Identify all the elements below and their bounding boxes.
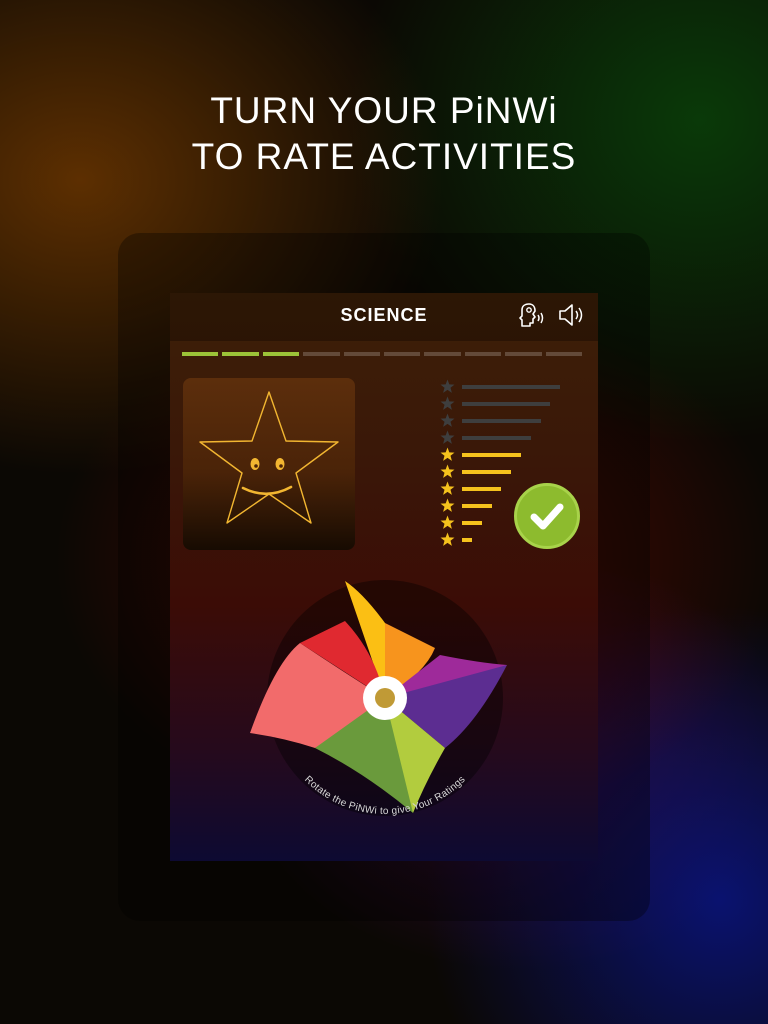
star-icon: [440, 481, 455, 495]
star-icon: [440, 430, 455, 444]
rating-bar: [462, 402, 551, 406]
rating-bar: [462, 436, 531, 440]
rating-level-5[interactable]: [440, 464, 590, 481]
rating-bar: [462, 419, 541, 423]
headline-line-1: TURN YOUR PiNWi: [210, 90, 558, 131]
headline-line-2: TO RATE ACTIVITIES: [191, 136, 577, 177]
progress-step: [384, 352, 421, 356]
checkmark-icon: [530, 503, 564, 530]
rating-bar: [462, 487, 502, 491]
progress-step: [262, 352, 300, 356]
progress-step: [424, 352, 461, 356]
star-icon: [440, 396, 455, 410]
rating-level-7[interactable]: [440, 430, 590, 447]
progress-step: [505, 352, 542, 356]
rating-level-10[interactable]: [440, 379, 590, 396]
smiling-star-icon: [199, 391, 339, 524]
star-icon: [440, 464, 455, 478]
pinwheel[interactable]: Rotate the PiNWi to give Your Ratings: [245, 563, 525, 843]
headline: TURN YOUR PiNWi TO RATE ACTIVITIES: [0, 88, 768, 180]
star-icon: [440, 447, 455, 461]
pinwheel-hub-center: [375, 688, 395, 708]
rating-level-6[interactable]: [440, 447, 590, 464]
progress-step: [464, 352, 502, 356]
rating-bar: [462, 504, 492, 508]
app-screen: SCIENCE Rotate the PiNWi to give Your Ra…: [170, 293, 598, 861]
rating-bar: [462, 538, 472, 542]
star-icon: [440, 498, 455, 512]
progress-steps: [182, 352, 583, 357]
rating-bar: [462, 521, 482, 525]
rating-bar: [462, 470, 512, 474]
rating-bar: [462, 453, 521, 457]
progress-step: [222, 352, 259, 356]
star-icon: [440, 532, 455, 546]
submit-button[interactable]: [514, 483, 580, 549]
speaker-icon[interactable]: [556, 300, 586, 330]
progress-step: [182, 352, 219, 356]
rating-level-8[interactable]: [440, 413, 590, 430]
speech-head-icon[interactable]: [516, 300, 546, 330]
star-icon: [440, 515, 455, 529]
rating-bar: [462, 385, 561, 389]
progress-step: [303, 352, 340, 356]
activity-star-card: [183, 378, 355, 550]
star-icon: [440, 379, 455, 393]
rating-level-9[interactable]: [440, 396, 590, 413]
progress-step: [545, 352, 583, 356]
progress-step: [343, 352, 381, 356]
star-icon: [440, 413, 455, 427]
